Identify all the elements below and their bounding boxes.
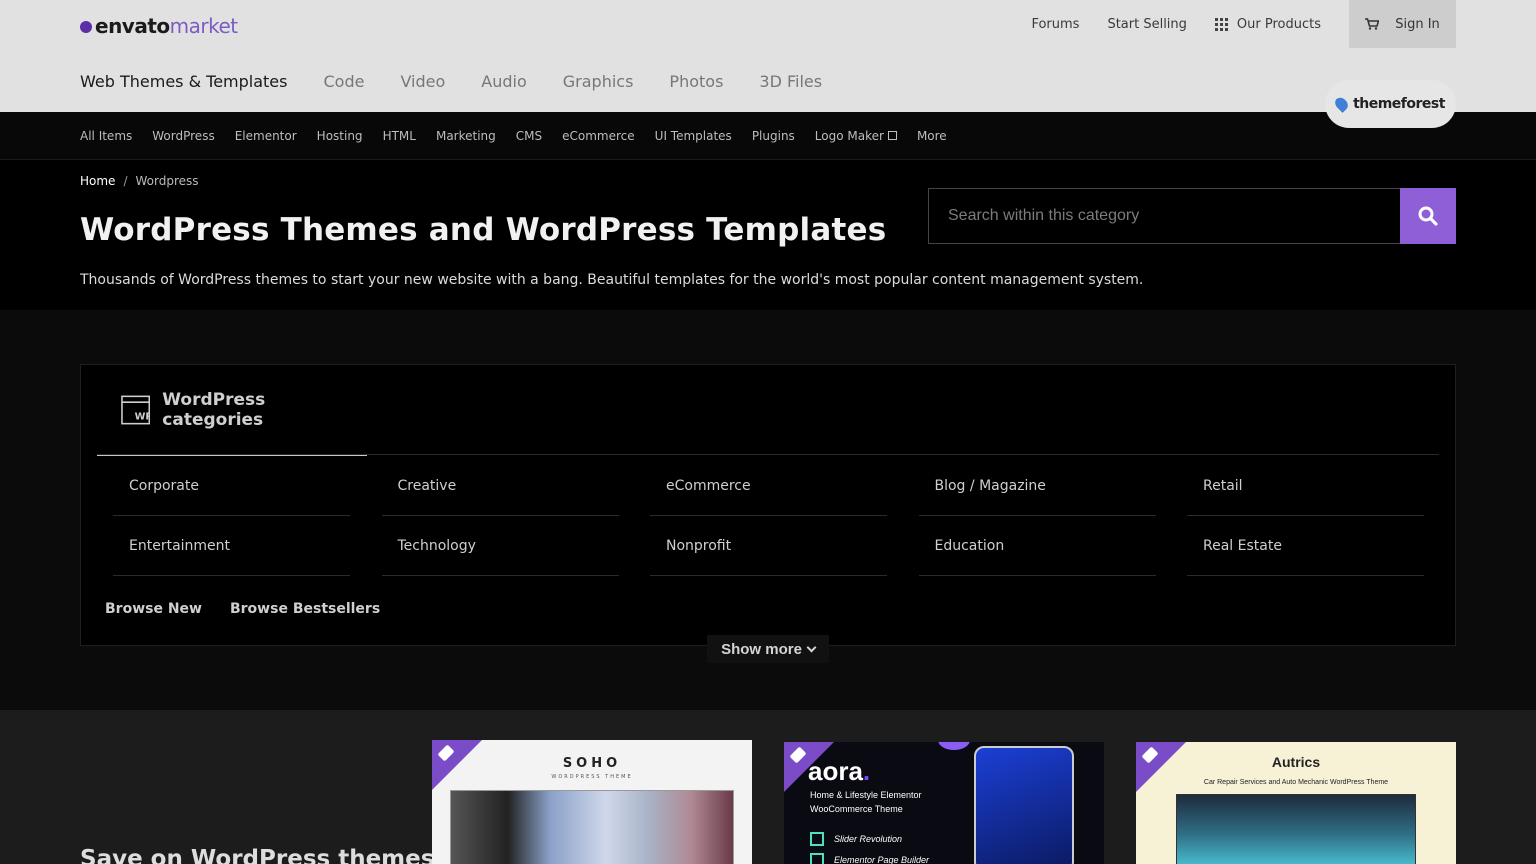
promo-title: Save on WordPress themes <box>80 846 435 864</box>
top-links: Forums Start Selling Our Products Sign I… <box>1031 0 1456 48</box>
search-icon <box>1418 206 1438 226</box>
wordpress-categories-tab[interactable]: WP WordPress categories <box>97 365 367 456</box>
logo-text-main: envato <box>95 14 170 38</box>
subnav-more[interactable]: More <box>917 129 947 143</box>
aora-tagline-2: WooCommerce Theme <box>810 804 903 814</box>
category-blog-magazine[interactable]: Blog / Magazine <box>918 456 1156 516</box>
aora-feature-2-label: Elementor Page Builder <box>834 855 930 864</box>
category-education[interactable]: Education <box>918 516 1156 576</box>
show-more-button[interactable]: Show more <box>707 635 829 663</box>
search-button[interactable] <box>1400 188 1456 244</box>
subnav-wordpress[interactable]: WordPress <box>152 129 214 143</box>
subnav-marketing[interactable]: Marketing <box>436 129 496 143</box>
autrics-preview-image <box>1176 794 1416 864</box>
external-link-icon <box>887 131 897 140</box>
subnav-ui-templates[interactable]: UI Templates <box>655 129 732 143</box>
subnav-hosting[interactable]: Hosting <box>317 129 363 143</box>
subnav-all-items[interactable]: All Items <box>80 129 132 143</box>
envato-leaf-icon <box>80 21 92 33</box>
browse-new-link[interactable]: Browse New <box>105 601 202 617</box>
logo-maker-label: Logo Maker <box>814 128 884 143</box>
our-products-link[interactable]: Our Products <box>1214 16 1321 32</box>
category-real-estate[interactable]: Real Estate <box>1187 516 1424 576</box>
promo-section: Save on WordPress themes SOHO WORDPRESS … <box>0 710 1536 864</box>
subnav-html[interactable]: HTML <box>383 129 416 143</box>
themeforest-drop-icon <box>1332 95 1351 113</box>
apps-grid-icon <box>1214 17 1228 31</box>
category-entertainment[interactable]: Entertainment <box>113 516 350 576</box>
tab-3d-files[interactable]: 3D Files <box>759 72 822 112</box>
subnav-logo-maker[interactable]: Logo Maker <box>815 129 897 143</box>
sale-tag <box>1136 742 1186 792</box>
browse-links: Browse New Browse Bestsellers <box>105 601 408 617</box>
breadcrumb: Home / Wordpress <box>80 174 199 188</box>
show-more-label: Show more <box>721 640 802 658</box>
breadcrumb-home[interactable]: Home <box>80 174 115 188</box>
category-nonprofit[interactable]: Nonprofit <box>650 516 887 576</box>
panel-divider <box>97 454 1439 455</box>
category-grid: Corporate Creative eCommerce Blog / Maga… <box>113 456 1424 576</box>
page-title: WordPress Themes and WordPress Templates <box>80 212 887 248</box>
tab-audio[interactable]: Audio <box>481 72 526 112</box>
envato-market-logo[interactable]: envato market <box>80 14 238 38</box>
svg-text:WP: WP <box>135 411 151 422</box>
product-card-autrics[interactable]: Autrics Car Repair Services and Auto Mec… <box>1136 742 1456 864</box>
elementor-icon <box>810 853 824 864</box>
wordpress-template-icon: WP <box>121 395 151 424</box>
top-header: envato market Forums Start Selling Our P… <box>0 0 1536 120</box>
product-card-aora[interactable]: aora. Home & Lifestyle Elementor WooComm… <box>784 742 1104 864</box>
cart-icon <box>1365 18 1380 30</box>
themeforest-badge[interactable]: themeforest <box>1325 80 1456 128</box>
accent-circle <box>938 742 970 750</box>
product-card-soho[interactable]: SOHO WORDPRESS THEME <box>432 740 752 864</box>
tab-code[interactable]: Code <box>323 72 364 112</box>
tab-video[interactable]: Video <box>400 72 445 112</box>
breadcrumb-separator: / <box>123 174 128 188</box>
slider-icon <box>810 832 824 846</box>
panel-title: WordPress categories <box>162 389 266 430</box>
subnav-elementor[interactable]: Elementor <box>235 129 297 143</box>
sign-in-button[interactable]: Sign In <box>1349 0 1456 48</box>
aora-feature-1-label: Slider Revolution <box>834 834 903 844</box>
soho-preview-image <box>450 790 734 864</box>
forums-link[interactable]: Forums <box>1031 17 1079 32</box>
themeforest-label: themeforest <box>1353 96 1445 112</box>
categories-section: WP WordPress categories Corporate Creati… <box>0 310 1536 710</box>
page-description: Thousands of WordPress themes to start y… <box>80 272 1144 288</box>
sale-tag <box>432 740 482 790</box>
sub-navigation: All Items WordPress Elementor Hosting HT… <box>0 112 1536 160</box>
subnav-ecommerce[interactable]: eCommerce <box>562 129 635 143</box>
categories-panel: WP WordPress categories Corporate Creati… <box>80 364 1456 646</box>
our-products-label: Our Products <box>1236 16 1321 32</box>
category-search-input[interactable] <box>928 188 1401 244</box>
subnav-cms[interactable]: CMS <box>516 129 542 143</box>
aora-feature-1: Slider Revolution <box>810 832 902 846</box>
market-category-tabs: Web Themes & Templates Code Video Audio … <box>80 72 858 120</box>
sign-in-label: Sign In <box>1395 16 1440 32</box>
start-selling-link[interactable]: Start Selling <box>1107 17 1186 32</box>
category-corporate[interactable]: Corporate <box>113 456 350 516</box>
browse-bestsellers-link[interactable]: Browse Bestsellers <box>230 601 380 617</box>
aora-feature-2: Elementor Page Builder <box>810 853 929 864</box>
category-retail[interactable]: Retail <box>1187 456 1424 516</box>
hero-section: Home / Wordpress WordPress Themes and Wo… <box>0 160 1536 310</box>
chevron-down-icon <box>806 642 817 652</box>
tab-graphics[interactable]: Graphics <box>563 72 634 112</box>
subnav-plugins[interactable]: Plugins <box>752 129 795 143</box>
tab-web-themes[interactable]: Web Themes & Templates <box>80 72 287 120</box>
sale-tag <box>784 742 834 792</box>
category-ecommerce[interactable]: eCommerce <box>650 456 887 516</box>
phone-mockup-image <box>974 746 1074 864</box>
category-creative[interactable]: Creative <box>381 456 619 516</box>
category-technology[interactable]: Technology <box>381 516 619 576</box>
logo-text-sub: market <box>169 14 238 38</box>
breadcrumb-current: Wordpress <box>135 174 199 188</box>
tab-photos[interactable]: Photos <box>669 72 723 112</box>
